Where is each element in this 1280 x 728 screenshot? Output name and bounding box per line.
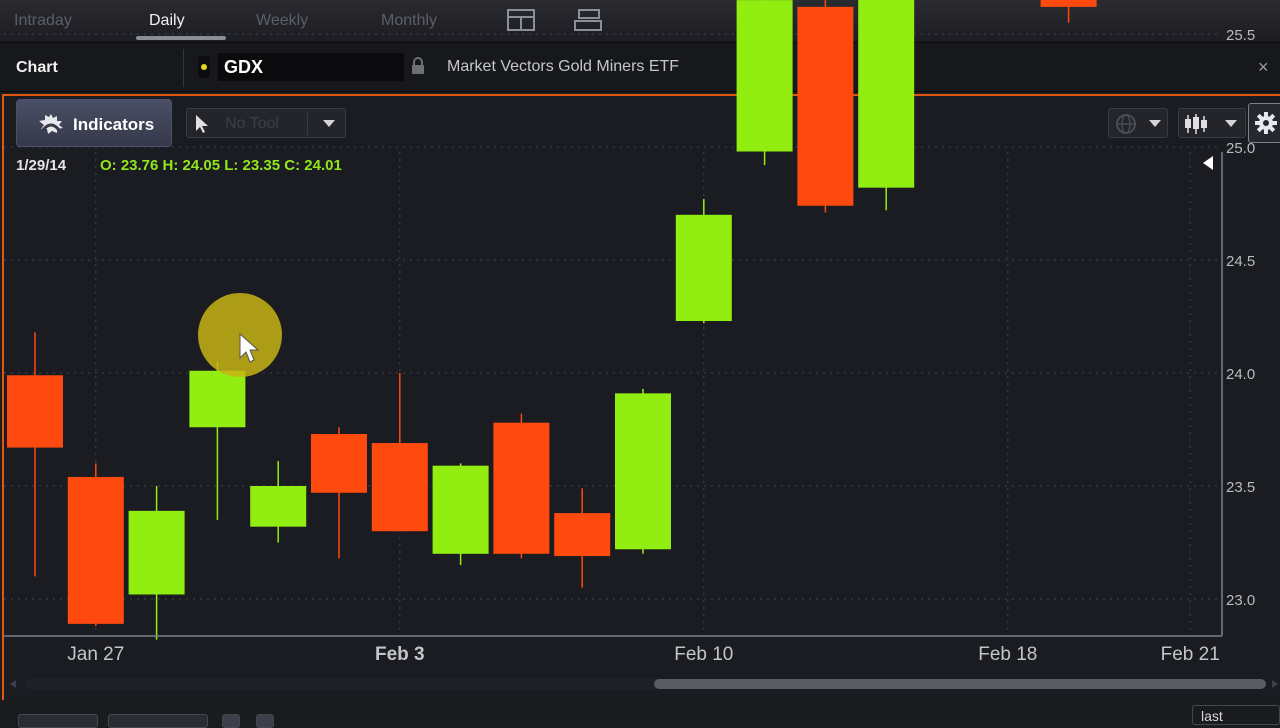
candle-body[interactable] — [615, 393, 671, 550]
globe-icon — [1116, 114, 1136, 134]
indicators-label: Indicators — [73, 115, 155, 134]
candle-body[interactable] — [858, 0, 915, 188]
candle-body[interactable] — [128, 510, 185, 595]
x-tick-label: Feb 21 — [1161, 644, 1220, 665]
bottom-button[interactable] — [256, 714, 274, 728]
horizontal-scrollbar[interactable] — [4, 676, 1280, 692]
settings-button[interactable] — [1248, 103, 1280, 143]
indicators-icon — [39, 114, 63, 134]
chevron-down-icon — [323, 120, 335, 127]
y-tick-label: 24.5 — [1226, 253, 1255, 270]
chevron-down-icon — [1149, 120, 1161, 127]
y-tick-label: 25.5 — [1226, 27, 1255, 44]
candle-body[interactable] — [67, 476, 124, 624]
cursor-highlight — [198, 293, 282, 377]
x-tick-label: Feb 18 — [978, 644, 1037, 665]
scroll-thumb[interactable] — [654, 679, 1266, 689]
price-type-select[interactable]: last — [1192, 705, 1280, 725]
drawing-tool-select[interactable]: No Tool — [186, 108, 346, 138]
bottom-button[interactable] — [108, 714, 208, 728]
gear-icon — [1255, 112, 1277, 134]
candle-body[interactable] — [493, 422, 550, 554]
candle-body[interactable] — [311, 434, 367, 493]
y-tick-label: 23.0 — [1226, 592, 1255, 609]
candle-body[interactable] — [7, 375, 63, 448]
x-tick-label: Feb 3 — [375, 644, 425, 665]
tool-select-placeholder: No Tool — [225, 115, 279, 132]
y-tick-label: 23.5 — [1226, 479, 1255, 496]
scroll-right-icon[interactable] — [1272, 680, 1278, 688]
collapse-arrow-icon[interactable] — [1203, 156, 1213, 170]
y-tick-label: 24.0 — [1226, 366, 1255, 383]
indicators-button[interactable]: Indicators — [16, 99, 172, 147]
x-tick-label: Feb 10 — [674, 644, 733, 665]
candle-body[interactable] — [1040, 0, 1097, 7]
candle-body[interactable] — [554, 513, 611, 557]
candlestick-icon — [1185, 114, 1207, 134]
cursor-icon — [196, 115, 208, 133]
select-separator — [307, 113, 308, 135]
price-type-label: last — [1201, 708, 1223, 724]
chart-style-select[interactable] — [1178, 108, 1246, 138]
candle-body[interactable] — [371, 443, 428, 532]
bottom-button[interactable] — [18, 714, 98, 728]
x-tick-label: Jan 27 — [67, 644, 124, 665]
bottom-button[interactable] — [222, 714, 240, 728]
candle-body[interactable] — [736, 0, 793, 152]
ohlc-values: O: 23.76 H: 24.05 L: 23.35 C: 24.01 — [100, 157, 342, 174]
candle-body[interactable] — [675, 214, 732, 322]
overlay-select[interactable] — [1108, 108, 1168, 138]
candle-body[interactable] — [432, 465, 489, 554]
scroll-left-icon[interactable] — [10, 680, 16, 688]
bottom-controls — [0, 700, 1280, 728]
candle-body[interactable] — [250, 486, 307, 527]
candle-body[interactable] — [797, 6, 854, 206]
chevron-down-icon — [1225, 120, 1237, 127]
ohlc-date: 1/29/14 — [16, 157, 67, 174]
